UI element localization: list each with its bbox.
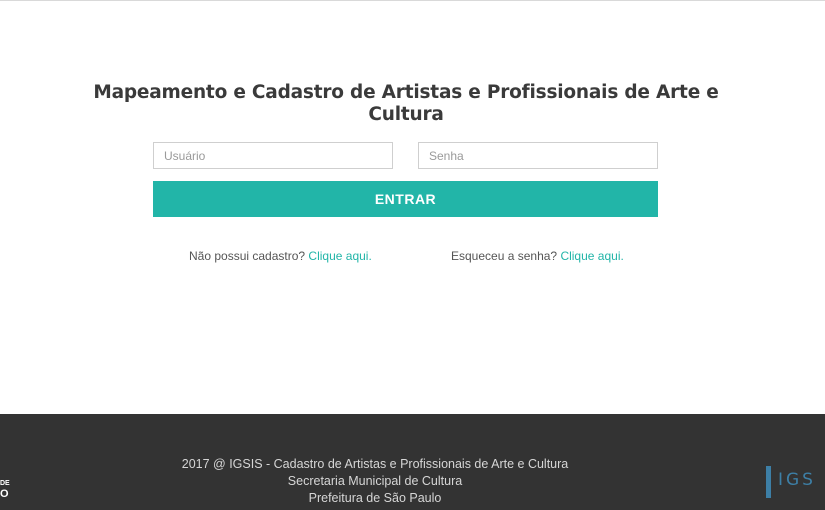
footer-credits: 2017 @ IGSIS - Cadastro de Artistas e Pr… bbox=[0, 456, 750, 507]
register-link[interactable]: Clique aqui. bbox=[308, 249, 371, 263]
top-divider bbox=[0, 0, 825, 1]
footer: DE O 2017 @ IGSIS - Cadastro de Artistas… bbox=[0, 414, 825, 510]
page-title: Mapeamento e Cadastro de Artistas e Prof… bbox=[93, 82, 719, 125]
forgot-password-prompt: Esqueceu a senha? Clique aqui. bbox=[451, 249, 624, 263]
igsis-logo: IGS bbox=[766, 466, 825, 498]
footer-line-2: Secretaria Municipal de Cultura bbox=[287, 474, 463, 488]
forgot-text: Esqueceu a senha? bbox=[451, 249, 558, 263]
login-button[interactable]: ENTRAR bbox=[153, 181, 658, 217]
register-prompt: Não possui cadastro? Clique aqui. bbox=[189, 249, 372, 263]
username-input[interactable] bbox=[153, 142, 393, 169]
footer-line-3: Prefeitura de São Paulo bbox=[308, 491, 442, 505]
password-input[interactable] bbox=[418, 142, 658, 169]
igsis-logo-bar bbox=[766, 466, 771, 498]
forgot-password-link[interactable]: Clique aqui. bbox=[560, 249, 623, 263]
igsis-logo-text: IGS bbox=[778, 470, 816, 490]
register-text: Não possui cadastro? bbox=[189, 249, 306, 263]
footer-line-1: 2017 @ IGSIS - Cadastro de Artistas e Pr… bbox=[181, 457, 569, 471]
